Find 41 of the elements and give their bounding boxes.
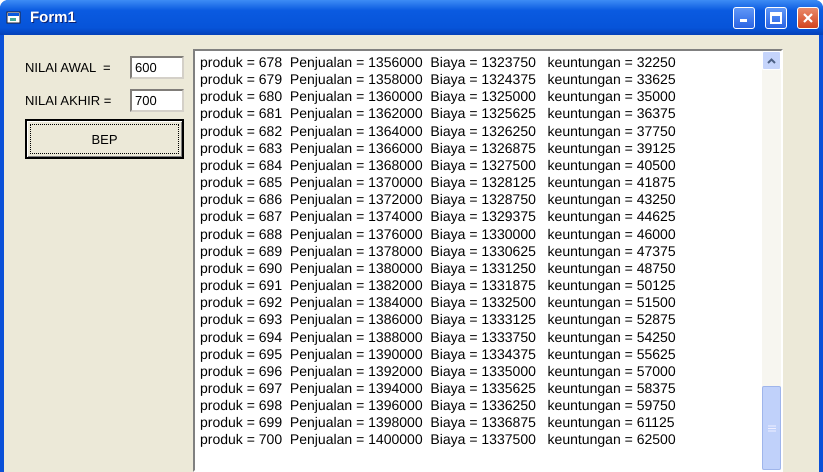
vertical-scrollbar[interactable]: [762, 51, 781, 470]
close-icon: [802, 12, 814, 24]
grip-icon: [768, 424, 776, 432]
output-line: produk = 685 Penjualan = 1370000 Biaya = 1328125 keuntungan = 41875: [200, 174, 677, 192]
output-line: produk = 692 Penjualan = 1384000 Biaya = 1332500 keuntungan = 51500: [200, 294, 677, 312]
input-field[interactable]: 600: [130, 56, 184, 79]
output-line: produk = 686 Penjualan = 1372000 Biaya = 1328750 keuntungan = 43250: [200, 191, 677, 208]
output-line: produk = 689 Penjualan = 1378000 Biaya = 1330625 keuntungan = 47375: [200, 242, 677, 260]
output-line: produk = 693 Penjualan = 1386000 Biaya = 1333125 keuntungan = 52875: [200, 311, 677, 328]
minimize-button[interactable]: [733, 6, 755, 28]
output-line: produk = 679 Penjualan = 1358000 Biaya = 1324375 keuntungan = 33625: [200, 71, 677, 88]
output-line: produk = 698 Penjualan = 1396000 Biaya = 1336250 keuntungan = 59750: [200, 397, 677, 414]
output-line: produk = 683 Penjualan = 1366000 Biaya = 1326875 keuntungan = 39125: [200, 140, 677, 157]
output-line: produk = 684 Penjualan = 1368000 Biaya = 1327500 keuntungan = 40500: [200, 156, 677, 174]
maximize-button[interactable]: [765, 6, 787, 28]
close-button[interactable]: [797, 6, 819, 28]
window-title: Form1: [30, 9, 77, 26]
output-line: produk = 695 Penjualan = 1390000 Biaya = 1334375 keuntungan = 55625: [200, 346, 677, 363]
field-label: NILAI AKHIR =: [25, 93, 112, 108]
output-line: produk = 678 Penjualan = 1356000 Biaya = 1323750 keuntungan = 32250: [200, 54, 677, 72]
output-text-area[interactable]: [193, 49, 783, 472]
field-label: NILAI AWAL =: [25, 60, 111, 75]
output-line: produk = 700 Penjualan = 1400000 Biaya = 1337500 keuntungan = 62500: [200, 431, 677, 449]
output-line: produk = 688 Penjualan = 1376000 Biaya = 1330000 keuntungan = 46000: [200, 226, 677, 243]
input-field[interactable]: 700: [130, 89, 184, 112]
output-line: produk = 681 Penjualan = 1362000 Biaya = 1325625 keuntungan = 36375: [200, 105, 677, 123]
scroll-thumb[interactable]: [762, 386, 781, 470]
output-line: produk = 699 Penjualan = 1398000 Biaya = 1336875 keuntungan = 61125: [200, 414, 676, 432]
caret-up-icon: [767, 58, 776, 64]
output-line: produk = 687 Penjualan = 1374000 Biaya = 1329375 keuntungan = 44625: [200, 208, 677, 226]
output-line: produk = 696 Penjualan = 1392000 Biaya = 1335000 keuntungan = 57000: [200, 362, 677, 380]
output-line: produk = 680 Penjualan = 1360000 Biaya = 1325000 keuntungan = 35000: [200, 88, 677, 106]
form-icon: [6, 10, 22, 24]
output-line: produk = 694 Penjualan = 1388000 Biaya = 1333750 keuntungan = 54250: [200, 328, 677, 346]
bep-button[interactable]: BEP: [25, 119, 184, 159]
output-line: produk = 690 Penjualan = 1380000 Biaya = 1331250 keuntungan = 48750: [200, 260, 677, 278]
output-line: produk = 682 Penjualan = 1364000 Biaya = 1326250 keuntungan = 37750: [200, 122, 677, 140]
output-line: produk = 691 Penjualan = 1382000 Biaya = 1331875 keuntungan = 50125: [200, 277, 677, 294]
maximize-icon: [770, 12, 782, 24]
output-line: produk = 697 Penjualan = 1394000 Biaya = 1335625 keuntungan = 58375: [200, 380, 677, 398]
scroll-up-button[interactable]: [762, 51, 781, 70]
